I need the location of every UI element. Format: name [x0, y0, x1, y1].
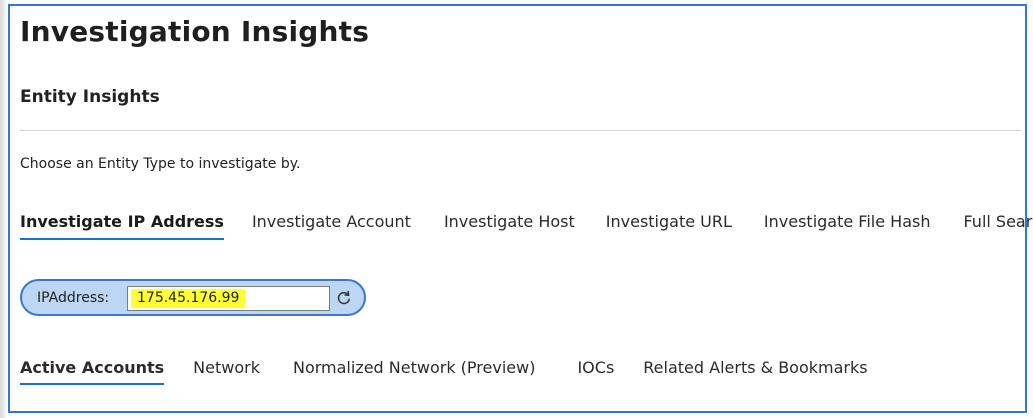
- investigation-panel: Investigation Insights Entity Insights C…: [8, 4, 1033, 413]
- tab-investigate-file-hash[interactable]: Investigate File Hash: [764, 212, 931, 240]
- ip-address-parameter: IPAddress: 175.45.176.99: [20, 279, 366, 316]
- ip-address-input[interactable]: 175.45.176.99: [127, 286, 330, 311]
- ip-address-value: 175.45.176.99: [131, 289, 246, 308]
- entity-tabs: Investigate IP Address Investigate Accou…: [20, 212, 1033, 240]
- refresh-icon[interactable]: [336, 290, 352, 306]
- entity-type-prompt: Choose an Entity Type to investigate by.: [20, 156, 301, 172]
- tab-investigate-host[interactable]: Investigate Host: [444, 212, 575, 240]
- left-window-shadow: [0, 0, 6, 418]
- tab-investigate-ip-address[interactable]: Investigate IP Address: [20, 212, 224, 240]
- section-divider: [20, 130, 1021, 131]
- section-title: Entity Insights: [20, 87, 160, 107]
- tab-normalized-network-preview[interactable]: Normalized Network (Preview): [293, 358, 535, 385]
- tab-investigate-url[interactable]: Investigate URL: [606, 212, 732, 240]
- ip-address-label: IPAddress:: [37, 290, 110, 306]
- tab-network[interactable]: Network: [193, 358, 260, 385]
- page-title: Investigation Insights: [20, 15, 370, 48]
- tab-investigate-account[interactable]: Investigate Account: [252, 212, 411, 240]
- tab-related-alerts-bookmarks[interactable]: Related Alerts & Bookmarks: [643, 358, 867, 385]
- tab-iocs[interactable]: IOCs: [577, 358, 614, 385]
- tab-full-search[interactable]: Full Search: [963, 212, 1033, 240]
- tab-active-accounts[interactable]: Active Accounts: [20, 358, 165, 385]
- result-tabs: Active Accounts Network Normalized Netwo…: [20, 358, 868, 385]
